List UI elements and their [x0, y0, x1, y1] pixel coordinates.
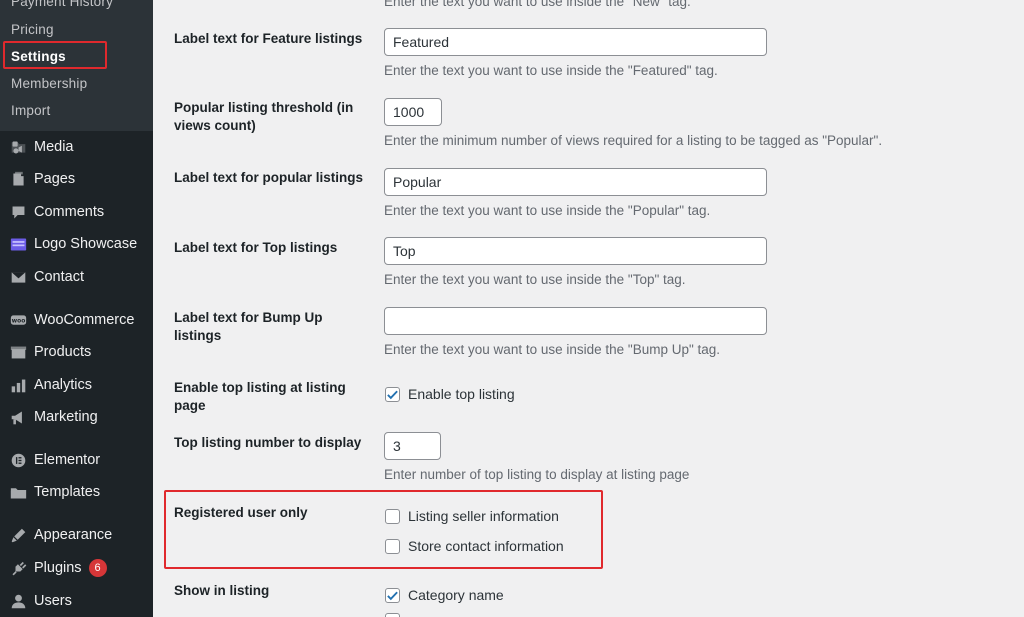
menu-item-logo-showcase[interactable]: Logo Showcase — [0, 229, 153, 259]
products-icon — [8, 342, 28, 362]
top-number-input[interactable]: 3 — [384, 432, 441, 460]
enable-top-listing-text: Enable top listing — [408, 386, 515, 402]
top-description: Enter the text you want to use inside th… — [384, 272, 686, 287]
checkmark-icon — [387, 390, 398, 399]
bump-up-label: Label text for Bump Up listings — [174, 310, 323, 343]
plugins-icon — [8, 558, 28, 578]
bump-up-description: Enter the text you want to use inside th… — [384, 342, 721, 357]
top-number-label: Top listing number to display — [174, 435, 362, 450]
top-label: Label text for Top listings — [174, 240, 338, 255]
menu-item-woocommerce[interactable]: woo WooCommerce — [0, 305, 153, 335]
menu-label: Plugins — [34, 560, 82, 576]
menu-label: Comments — [34, 204, 105, 220]
settings-form: Enter the text you want to use inside th… — [153, 0, 1024, 617]
store-contact-info-option[interactable]: Store contact information — [385, 538, 564, 554]
menu-item-templates[interactable]: Templates — [0, 477, 153, 507]
menu-item-products[interactable]: Products — [0, 337, 153, 367]
feature-label-input[interactable]: Featured — [384, 28, 767, 56]
submenu-item-import[interactable]: Import — [11, 103, 50, 118]
marketing-icon — [8, 407, 28, 427]
menu-item-pages[interactable]: Pages — [0, 164, 153, 194]
top-number-description: Enter number of top listing to display a… — [384, 467, 690, 482]
menu-label: Pages — [34, 171, 76, 187]
menu-label: Users — [34, 593, 72, 609]
plugin-update-count-badge: 6 — [88, 559, 107, 577]
top-label-input[interactable]: Top — [384, 237, 767, 265]
menu-item-users[interactable]: Users — [0, 586, 153, 616]
admin-sidebar: Payment History Pricing Settings Members… — [0, 0, 153, 617]
menu-item-media[interactable]: Media — [0, 132, 153, 162]
menu-item-comments[interactable]: Comments — [0, 197, 153, 227]
listing-seller-info-checkbox[interactable] — [385, 508, 400, 524]
menu-item-analytics[interactable]: Analytics — [0, 370, 153, 400]
popular-description: Enter the text you want to use inside th… — [384, 203, 711, 218]
menu-item-appearance[interactable]: Appearance — [0, 520, 153, 550]
popular-threshold-description: Enter the minimum number of views requir… — [384, 133, 883, 148]
svg-text:woo: woo — [11, 317, 25, 324]
category-name-option[interactable]: Category name — [385, 587, 504, 603]
elementor-icon — [8, 450, 28, 470]
logo-showcase-icon — [8, 234, 28, 254]
menu-label: Marketing — [34, 409, 98, 425]
analytics-icon — [8, 375, 28, 395]
checkmark-icon — [387, 591, 398, 600]
popular-threshold-input[interactable]: 1000 — [384, 98, 442, 126]
next-show-option-partial[interactable] — [385, 613, 408, 617]
menu-label: Templates — [34, 484, 101, 500]
menu-label: Contact — [34, 269, 84, 285]
registered-user-label: Registered user only — [174, 505, 308, 520]
menu-label: Logo Showcase — [34, 236, 138, 252]
feature-description: Enter the text you want to use inside th… — [384, 63, 718, 78]
users-icon — [8, 591, 28, 611]
enable-top-label: Enable top listing at listing page — [174, 380, 346, 413]
enable-top-listing-option[interactable]: Enable top listing — [385, 386, 515, 402]
popular-label: Label text for popular listings — [174, 170, 364, 185]
contact-icon — [8, 267, 28, 287]
enable-top-listing-checkbox[interactable] — [385, 386, 400, 402]
store-contact-info-text: Store contact information — [408, 538, 564, 554]
appearance-icon — [8, 525, 28, 545]
category-name-text: Category name — [408, 587, 504, 603]
show-in-listing-label: Show in listing — [174, 583, 270, 598]
listing-seller-info-option[interactable]: Listing seller information — [385, 508, 559, 524]
submenu-item-payment-history[interactable]: Payment History — [11, 0, 113, 9]
new-tag-description: Enter the text you want to use inside th… — [384, 0, 691, 9]
store-contact-info-checkbox[interactable] — [385, 538, 400, 554]
menu-label: Elementor — [34, 452, 101, 468]
listing-seller-info-text: Listing seller information — [408, 508, 559, 524]
bump-up-label-input[interactable] — [384, 307, 767, 335]
popular-threshold-label: Popular listing threshold (in views coun… — [174, 100, 354, 133]
submenu-item-pricing[interactable]: Pricing — [11, 22, 54, 37]
menu-item-plugins[interactable]: Plugins 6 — [0, 553, 153, 583]
menu-item-marketing[interactable]: Marketing — [0, 402, 153, 432]
menu-label: Appearance — [34, 527, 113, 543]
pages-icon — [8, 169, 28, 189]
menu-item-contact[interactable]: Contact — [0, 262, 153, 292]
menu-label: Analytics — [34, 377, 93, 393]
registered-user-highlight-box — [164, 490, 603, 569]
feature-label: Label text for Feature listings — [174, 31, 363, 46]
menu-label: Media — [34, 139, 74, 155]
woocommerce-icon: woo — [8, 310, 28, 330]
next-show-option-checkbox[interactable] — [385, 613, 400, 617]
menu-item-elementor[interactable]: Elementor — [0, 445, 153, 475]
submenu-item-membership[interactable]: Membership — [11, 76, 87, 91]
category-name-checkbox[interactable] — [385, 587, 400, 603]
comments-icon — [8, 202, 28, 222]
templates-icon — [8, 482, 28, 502]
settings-highlight-box — [3, 41, 107, 69]
menu-label: WooCommerce — [34, 312, 135, 328]
media-icon — [8, 137, 28, 157]
popular-label-input[interactable]: Popular — [384, 168, 767, 196]
menu-label: Products — [34, 344, 92, 360]
